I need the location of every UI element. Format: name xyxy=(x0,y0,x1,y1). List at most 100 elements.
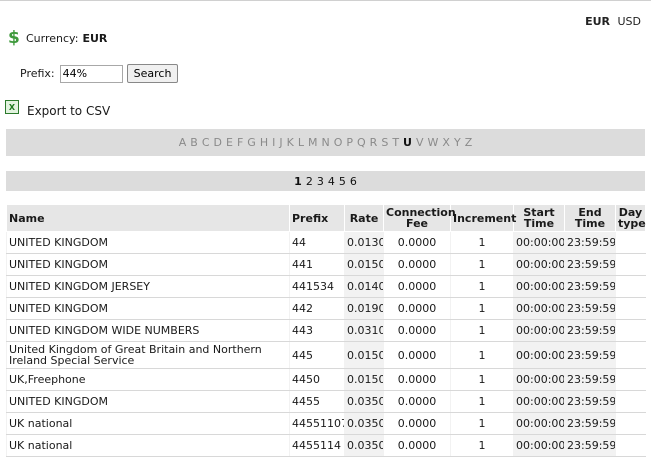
table-row: UNITED KINGDOM 442 0.0190 0.0000 1 00:00:00 23… xyxy=(6,297,646,320)
cell-connection-fee: 0.0000 xyxy=(383,297,451,320)
letter-e-link[interactable]: E xyxy=(226,136,233,149)
cell-prefix: 44551107 xyxy=(289,412,345,435)
cell-day-type xyxy=(615,412,646,435)
letter-q-link[interactable]: Q xyxy=(357,136,366,149)
letter-h-link[interactable]: H xyxy=(260,136,268,149)
export-csv-link[interactable]: X Export to CSV xyxy=(5,100,110,118)
cell-start-time: 00:00:00 xyxy=(513,390,565,413)
cell-end-time: 23:59:59 xyxy=(564,319,616,342)
cell-name: UNITED KINGDOM xyxy=(6,253,290,276)
page-2-link[interactable]: 2 xyxy=(306,175,313,188)
cell-rate: 0.0310 xyxy=(344,319,384,342)
letter-m-link[interactable]: M xyxy=(308,136,318,149)
cell-connection-fee: 0.0000 xyxy=(383,434,451,457)
cell-connection-fee: 0.0000 xyxy=(383,412,451,435)
letter-d-link[interactable]: D xyxy=(214,136,222,149)
cell-increment: 1 xyxy=(450,297,514,320)
cell-end-time: 23:59:59 xyxy=(564,412,616,435)
letter-j-link[interactable]: J xyxy=(279,136,282,149)
header-name[interactable]: Name xyxy=(6,204,290,232)
header-end-time[interactable]: End Time xyxy=(564,204,616,232)
cell-start-time: 00:00:00 xyxy=(513,297,565,320)
currency-switch: EUR USD xyxy=(581,15,641,28)
cell-prefix: 4450 xyxy=(289,368,345,391)
cell-end-time: 23:59:59 xyxy=(564,253,616,276)
page-1-link[interactable]: 1 xyxy=(294,175,302,188)
currency-value: EUR xyxy=(82,32,108,45)
letter-v-link[interactable]: V xyxy=(416,136,424,149)
cell-name: UK national xyxy=(6,412,290,435)
letter-g-link[interactable]: G xyxy=(247,136,256,149)
letter-o-link[interactable]: O xyxy=(334,136,343,149)
cell-prefix: 443 xyxy=(289,319,345,342)
letter-s-link[interactable]: S xyxy=(381,136,388,149)
page-6-link[interactable]: 6 xyxy=(350,175,357,188)
letter-x-link[interactable]: X xyxy=(442,136,450,149)
prefix-input[interactable] xyxy=(59,64,123,83)
cell-prefix: 4455 xyxy=(289,390,345,413)
letter-z-link[interactable]: Z xyxy=(465,136,473,149)
cell-prefix: 442 xyxy=(289,297,345,320)
page-5-link[interactable]: 5 xyxy=(339,175,346,188)
letter-r-link[interactable]: R xyxy=(370,136,378,149)
search-button[interactable]: Search xyxy=(126,64,179,83)
export-csv-label[interactable]: Export to CSV xyxy=(27,104,110,118)
header-increment[interactable]: Increment xyxy=(450,204,516,232)
cell-connection-fee: 0.0000 xyxy=(383,275,451,298)
cell-rate: 0.0150 xyxy=(344,341,384,369)
cell-start-time: 00:00:00 xyxy=(513,368,565,391)
letter-f-link[interactable]: F xyxy=(237,136,243,149)
cell-day-type xyxy=(615,275,646,298)
cell-start-time: 00:00:00 xyxy=(513,275,565,298)
header-connection-fee[interactable]: Connection Fee xyxy=(383,204,456,232)
table-header-row: Name Prefix Rate Connection Fee Incremen… xyxy=(6,204,646,232)
cell-start-time: 00:00:00 xyxy=(513,231,565,254)
page-3-link[interactable]: 3 xyxy=(317,175,324,188)
letter-c-link[interactable]: C xyxy=(202,136,210,149)
cell-prefix: 441534 xyxy=(289,275,345,298)
header-start-time[interactable]: Start Time xyxy=(513,204,565,232)
cell-day-type xyxy=(615,434,646,457)
excel-icon: X xyxy=(5,100,19,114)
cell-connection-fee: 0.0000 xyxy=(383,341,451,369)
cell-start-time: 00:00:00 xyxy=(513,434,565,457)
cell-name: UNITED KINGDOM xyxy=(6,231,290,254)
pagination: 123456 xyxy=(6,171,645,191)
table-row: UK national 44551107 0.0350 0.0000 1 00:00:00… xyxy=(6,412,646,435)
letter-n-link[interactable]: N xyxy=(321,136,329,149)
cell-connection-fee: 0.0000 xyxy=(383,253,451,276)
letter-k-link[interactable]: K xyxy=(287,136,294,149)
letter-b-link[interactable]: B xyxy=(190,136,198,149)
letter-l-link[interactable]: L xyxy=(298,136,304,149)
page-4-link[interactable]: 4 xyxy=(328,175,335,188)
letter-t-link[interactable]: T xyxy=(392,136,399,149)
cell-day-type xyxy=(615,390,646,413)
cell-start-time: 00:00:00 xyxy=(513,319,565,342)
currency-eur-link[interactable]: EUR xyxy=(585,15,610,28)
cell-end-time: 23:59:59 xyxy=(564,341,616,369)
cell-rate: 0.0150 xyxy=(344,368,384,391)
header-rate[interactable]: Rate xyxy=(344,204,384,232)
letter-a-link[interactable]: A xyxy=(179,136,187,149)
cell-end-time: 23:59:59 xyxy=(564,390,616,413)
header-prefix[interactable]: Prefix xyxy=(289,204,345,232)
letter-p-link[interactable]: P xyxy=(346,136,353,149)
cell-prefix: 44 xyxy=(289,231,345,254)
table-row: UNITED KINGDOM 44 0.0130 0.0000 1 00:00:00 23:… xyxy=(6,231,646,254)
cell-rate: 0.0350 xyxy=(344,390,384,413)
cell-day-type xyxy=(615,341,646,369)
cell-name: UK,Freephone xyxy=(6,368,290,391)
letter-i-link[interactable]: I xyxy=(272,136,275,149)
letter-u-link[interactable]: U xyxy=(403,136,412,149)
currency-usd-link[interactable]: USD xyxy=(617,15,641,28)
cell-increment: 1 xyxy=(450,231,514,254)
letter-w-link[interactable]: W xyxy=(428,136,439,149)
letter-y-link[interactable]: Y xyxy=(454,136,461,149)
cell-connection-fee: 0.0000 xyxy=(383,368,451,391)
table-row: UNITED KINGDOM WIDE NUMBERS 443 0.0310 0.00… xyxy=(6,319,646,342)
cell-end-time: 23:59:59 xyxy=(564,434,616,457)
cell-start-time: 00:00:00 xyxy=(513,341,565,369)
header-day-type[interactable]: Day type xyxy=(615,204,646,232)
cell-end-time: 23:59:59 xyxy=(564,297,616,320)
currency-display: $ Currency: EUR xyxy=(8,30,107,47)
